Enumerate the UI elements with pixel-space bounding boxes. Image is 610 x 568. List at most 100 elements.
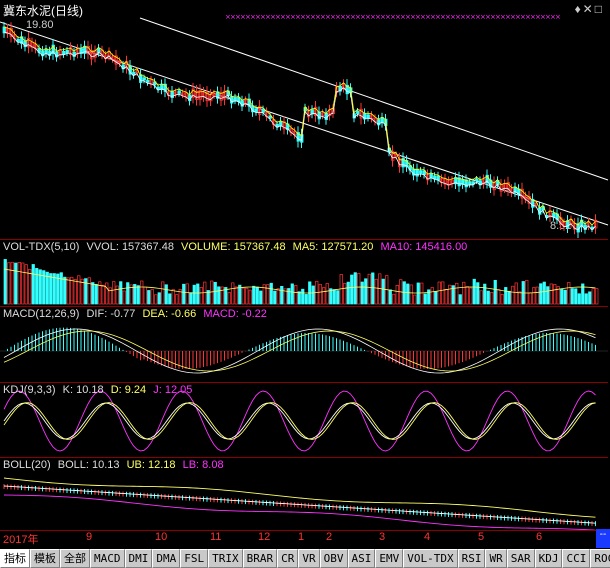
volume-bar xyxy=(500,294,504,305)
volume-bar xyxy=(17,261,21,305)
volume-bar xyxy=(70,276,74,305)
volume-bar xyxy=(231,282,235,305)
volume-bar xyxy=(374,278,378,305)
volume-bar xyxy=(297,291,301,305)
volume-bar xyxy=(101,284,105,305)
volume-bar xyxy=(539,283,543,305)
boll-value: BOLL: 10.13 xyxy=(57,459,120,471)
j-value: J: 12.05 xyxy=(153,384,193,396)
tab-sar[interactable]: SAR xyxy=(506,549,535,568)
tab-emv[interactable]: EMV xyxy=(375,549,404,568)
candlestick-chart[interactable]: × × × × × × × × × × × × × × × × × × × × × × × × × × × × × × × × × × × × × × × ×… xyxy=(0,0,609,239)
tab-brar[interactable]: BRAR xyxy=(242,549,278,568)
volume-bar xyxy=(255,286,259,305)
candle-body xyxy=(177,90,181,94)
vol-label: VOL-TDX(5,10) xyxy=(3,241,80,253)
candle-body xyxy=(142,77,146,81)
macd-panel[interactable]: MACD(12,26,9) DIF: -0.77 DEA: -0.66 MACD… xyxy=(0,306,608,382)
volume-bar xyxy=(504,287,508,305)
volume-bar xyxy=(168,293,172,305)
macd-value: MACD: -0.22 xyxy=(203,308,267,320)
volume-bar xyxy=(490,292,494,305)
month-label: 2 xyxy=(326,531,333,543)
volume-bar xyxy=(542,281,546,305)
candle-body xyxy=(279,120,283,127)
month-label: 3 xyxy=(379,531,386,543)
dea-value: DEA: -0.66 xyxy=(142,308,197,320)
volume-bar xyxy=(227,292,231,305)
volume-bar xyxy=(472,278,476,305)
volume-bar xyxy=(570,288,574,305)
volume-bar xyxy=(409,284,413,305)
month-label: 10 xyxy=(155,531,168,543)
volume-bar xyxy=(413,294,417,305)
volume-bar xyxy=(105,282,109,305)
tab-rsi[interactable]: RSI xyxy=(457,549,486,568)
price-panel[interactable]: 冀东水泥(日线) ♦✕□ 19.80 8.52 × × × × × × × × × × × × × × × ×… xyxy=(0,0,609,239)
tab-templates[interactable]: 模板 xyxy=(30,549,60,568)
tab-cr[interactable]: CR xyxy=(277,549,299,568)
volume-bar xyxy=(357,273,361,305)
candle-body xyxy=(552,212,556,218)
volume-bar xyxy=(577,293,581,305)
tab-cci[interactable]: CCI xyxy=(562,549,591,568)
volume-bar xyxy=(584,293,588,305)
tab-obv[interactable]: OBV xyxy=(319,549,348,568)
candle-body xyxy=(65,49,69,54)
candle-body xyxy=(468,181,472,185)
year-label: 2017年 xyxy=(3,534,39,546)
volume-bar xyxy=(507,290,511,305)
volume-bar xyxy=(325,283,329,305)
tab-roc[interactable]: ROC xyxy=(590,549,610,568)
volume-bar xyxy=(591,288,595,305)
volume-bar xyxy=(213,281,217,305)
volume-bar xyxy=(476,282,480,305)
volume-bar xyxy=(420,282,424,305)
tab-dmi[interactable]: DMI xyxy=(124,549,153,568)
boll-panel[interactable]: BOLL(20) BOLL: 10.13 UB: 12.18 LB: 8.08 xyxy=(0,457,608,531)
ma5-value: MA5: 127571.20 xyxy=(292,241,374,253)
volume-panel[interactable]: VOL-TDX(5,10) VVOL: 157367.48 VOLUME: 15… xyxy=(0,239,608,306)
volume-bar xyxy=(220,286,224,305)
volume-bar xyxy=(73,279,77,305)
candle-body xyxy=(419,170,423,174)
signal-marker: × xyxy=(555,13,561,21)
volume-bar xyxy=(24,264,28,305)
volume-bar xyxy=(63,276,67,305)
volume-bar xyxy=(416,282,420,305)
tab-asi[interactable]: ASI xyxy=(347,549,376,568)
volume-bar xyxy=(318,283,322,305)
dif-value: DIF: -0.77 xyxy=(86,308,136,320)
volume-bar xyxy=(21,262,25,305)
tab-wr[interactable]: WR xyxy=(485,549,507,568)
volume-bar xyxy=(143,286,147,305)
volume-bar xyxy=(402,281,406,305)
volume-bar xyxy=(266,284,270,305)
volume-bar xyxy=(448,284,452,305)
volume-bar xyxy=(514,282,518,305)
volume-bar xyxy=(525,279,529,305)
month-label: 5 xyxy=(478,531,485,543)
month-label: 6 xyxy=(536,531,543,543)
candle-body xyxy=(233,96,237,101)
volume-bar xyxy=(343,283,347,305)
kdj-panel[interactable]: KDJ(9,3,3) K: 10.18 D: 9.24 J: 12.05 xyxy=(0,382,608,457)
volume-bar xyxy=(381,278,385,305)
volume-bar xyxy=(483,283,487,305)
tab-fsl[interactable]: FSL xyxy=(180,549,209,568)
volume-bar xyxy=(532,287,536,305)
tab-all[interactable]: 全部 xyxy=(60,549,90,568)
tab-vol-tdx[interactable]: VOL-TDX xyxy=(403,549,458,568)
corner-button[interactable]: -- xyxy=(596,529,610,548)
candle-body xyxy=(429,173,433,179)
indicator-tab-bar: 指标 模板 全部 MACD DMI DMA FSL TRIX BRAR CR V… xyxy=(0,549,610,568)
tab-macd[interactable]: MACD xyxy=(90,549,125,568)
tab-indicators[interactable]: 指标 xyxy=(0,549,30,568)
volume-bar xyxy=(493,279,497,305)
month-label: 4 xyxy=(424,531,431,543)
tab-trix[interactable]: TRIX xyxy=(208,549,243,568)
tab-kdj[interactable]: KDJ xyxy=(534,549,563,568)
tab-dma[interactable]: DMA xyxy=(152,549,181,568)
volume-bar xyxy=(322,287,326,305)
tab-vr[interactable]: VR xyxy=(298,549,320,568)
